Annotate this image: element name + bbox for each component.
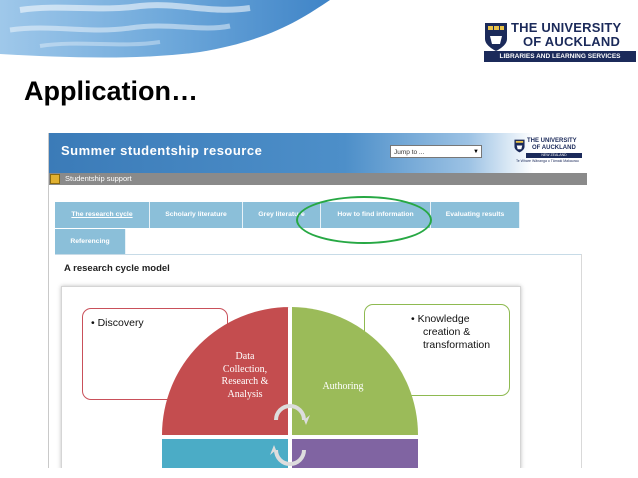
site-logo-line1: THE UNIVERSITY	[527, 138, 577, 144]
site-logo-country: NEW ZEALAND	[526, 153, 582, 158]
segment-authoring	[292, 307, 418, 435]
embedded-screenshot: Summer studentship resource Jump to ... …	[48, 133, 587, 468]
slide-title: Application…	[24, 76, 198, 106]
site-logo-line2: OF AUCKLAND	[532, 145, 576, 151]
cycle-segments	[162, 307, 418, 468]
logo-line2: OF AUCKLAND	[523, 34, 621, 49]
site-university-logo[interactable]: THE UNIVERSITY OF AUCKLAND NEW ZEALAND T…	[514, 137, 586, 169]
folder-icon	[50, 174, 60, 184]
segment-knowledge	[292, 439, 418, 468]
tab-referencing[interactable]: Referencing	[55, 229, 126, 255]
site-title[interactable]: Summer studentship resource	[61, 143, 262, 158]
breadcrumb-bar: Studentship support	[49, 173, 587, 185]
data-collection-label: Data Collection, Research & Analysis	[200, 351, 290, 401]
university-logo: THE UNIVERSITY OF AUCKLAND LIBRARIES AND…	[484, 20, 636, 64]
panel-divider	[55, 254, 581, 255]
data-collection-line1: Data	[235, 351, 255, 362]
tab-scholarly-literature[interactable]: Scholarly literature	[150, 202, 243, 228]
logo-bar: LIBRARIES AND LEARNING SERVICES	[484, 51, 636, 62]
breadcrumb[interactable]: Studentship support	[65, 173, 132, 185]
jump-to-label: Jump to ...	[394, 149, 425, 156]
highlight-ellipse	[296, 196, 432, 244]
crest-icon	[485, 23, 507, 51]
crest-icon	[514, 139, 525, 153]
sky-decoration	[0, 0, 330, 58]
site-logo-tagline: Te Whare Wānanga o Tāmaki Makaurau	[516, 159, 579, 163]
data-collection-line3: Research &	[221, 376, 269, 387]
jump-to-select[interactable]: Jump to ... ▼	[390, 145, 482, 158]
authoring-label: Authoring	[322, 381, 364, 392]
site-header: Summer studentship resource Jump to ... …	[49, 133, 587, 173]
research-cycle-diagram: • Discovery • Knowledge creation & trans…	[61, 286, 521, 468]
data-collection-line2: Collection,	[222, 363, 268, 375]
tab-evaluating-results[interactable]: Evaluating results	[431, 202, 520, 228]
dropdown-arrow-icon: ▼	[473, 149, 479, 155]
panel-border	[581, 254, 582, 468]
tab-research-cycle[interactable]: The research cycle	[55, 202, 150, 228]
data-collection-line4: Analysis	[227, 388, 263, 400]
logo-line1: THE UNIVERSITY	[511, 20, 622, 35]
section-title: A research cycle model	[64, 263, 170, 274]
segment-discovery	[162, 439, 288, 468]
